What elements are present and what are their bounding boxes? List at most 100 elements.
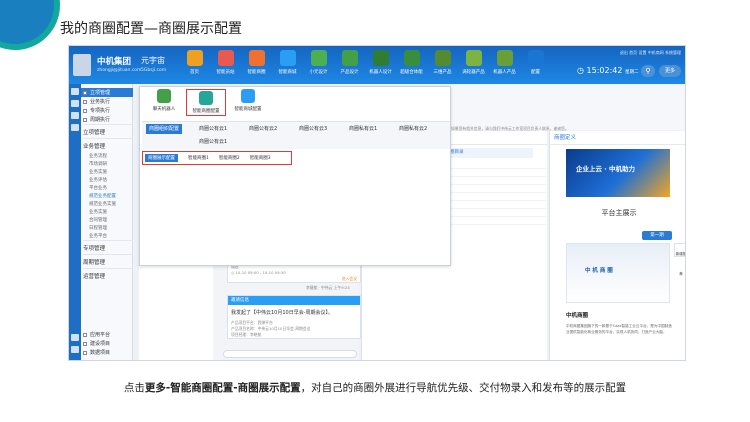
sidebar-sub-item[interactable]: 业务实施 [83,208,133,216]
dropdown-tab[interactable]: 商圈公有云2 [246,124,280,134]
top-links[interactable]: 退出 首页 设置 中机商网 系统管理 [620,50,681,56]
nav-item-9[interactable]: 涡轮器产品 [458,50,489,75]
checkbox-icon[interactable] [83,350,87,355]
brand-name: 中机集团 [97,57,132,67]
nav-item-3[interactable]: 智能商城 [272,50,303,75]
doc-icon[interactable] [71,124,79,131]
nav-item-8[interactable]: 三维产品 [427,50,458,75]
dropdown-tab[interactable]: 商圈私有云1 [346,124,380,134]
universe-sub: 5Gbsji.com [141,68,167,73]
dropdown-tab[interactable]: 商圈组织配置 [146,124,183,134]
sidebar-sub-item[interactable]: 业务平台 [83,232,133,240]
display-config-tab[interactable]: 智能商圈1 [188,155,209,161]
slide-caption: 点击更多-智能商圈配置-商圈展示配置，对自己的商圈外展进行导航优先级、交付物录入… [0,380,750,395]
platform-title: 平台主展示 [601,209,637,217]
dropdown-icons: 聊天机器人 智能商圈配置 智能商城配置 [144,89,270,116]
slide: 我的商圈配置—商圈展示配置 中机集团 zhongji@jituan.com 元宇… [0,0,750,422]
nav-item-7[interactable]: 超级合体能 [396,50,427,75]
dropdown-item-2[interactable]: 智能商城配置 [228,89,268,116]
sidebar-sub-item[interactable]: 规范业务配置 [83,192,133,200]
checkbox-icon[interactable] [83,99,87,104]
sidebar-strip [69,84,81,360]
phase-button[interactable]: 第一期 [642,231,672,240]
dropdown-item-1[interactable]: 智能商圈配置 [186,89,226,116]
nav-label: 超级合体能 [400,70,423,75]
dropdown-tab[interactable]: 商圈公有云1 [196,124,230,134]
checkbox-icon[interactable] [83,117,87,122]
dropdown-item-label: 聊天机器人 [152,107,176,112]
nav-item-2[interactable]: 智能商圈 [241,50,272,75]
checkbox-icon[interactable] [83,108,87,113]
sidebar-group[interactable]: 运营管理 [83,268,133,282]
checkbox-icon[interactable] [83,341,87,346]
dropdown-tab[interactable]: 商圈公有云1 [196,137,230,147]
nav-item-6[interactable]: 机器人设计 [365,50,396,75]
sidebar-bottom-item[interactable]: 建设项目 [83,339,133,348]
plus-icon [527,50,544,66]
message-input[interactable] [223,350,357,358]
nav-item-4[interactable]: 小元设计 [303,50,334,75]
sidebar-group[interactable]: 周期管理 [83,254,133,268]
sidebar-sub-item[interactable]: 平台业务 [83,184,133,192]
display-config-tab[interactable]: 商圈展示配置 [145,154,178,162]
nav-label: 产品设计 [340,70,359,75]
sidebar-item-label: 业务执行 [90,99,111,105]
sidebar-sub-item[interactable]: 市场调研 [83,160,133,168]
sidebar-sub-item[interactable]: 日程管理 [83,224,133,232]
dropdown-tabs: 商圈组织配置 商圈公有云1 商圈公有云2 商圈公有云3 商圈私有云1 商圈私有云2 商圈公有… [142,121,450,149]
sidebar-item-label: 专项执行 [90,108,111,114]
settings-icon[interactable] [71,346,79,353]
sidebar-bottom-label: 建设项目 [90,341,111,347]
feed-card[interactable]: 邀请信息 我发起了【中伟云10月10日早会-周期会议】。 产品项目平台：我弹平台 产品… [227,295,361,339]
showcase-image: 中 机 商 圈 [566,243,670,303]
display-config-row: 商圈展示配置 智能商圈1 智能商圈2 智能商圈3 [142,151,292,165]
sidebar-item[interactable]: 业务执行 [83,97,133,106]
combine-icon [403,50,420,66]
dropdown-item-0[interactable]: 聊天机器人 [144,89,184,116]
nav-item-10[interactable]: 机器人产品 [489,50,520,75]
nav-item-5[interactable]: 产品设计 [334,50,365,75]
nav-label: 小元设计 [309,70,328,75]
sidebar-item[interactable]: 立项管理 [81,88,133,97]
menu-icon[interactable] [71,88,79,95]
sidebar-item-label: 立项管理 [90,90,111,96]
station-icon [217,50,234,66]
feed-card-header: 邀请信息 [228,296,360,305]
side-recommend[interactable]: 新增推荐 [674,243,685,276]
sidebar-sub-item[interactable]: 规范业务实施 [83,200,133,208]
nav-label: 三维产品 [433,70,452,75]
caption-path: 更多-智能商圈配置-商圈展示配置 [144,382,301,394]
sidebar-sub-item[interactable]: 业务评估 [83,176,133,184]
display-config-tab[interactable]: 智能商圈3 [250,155,271,161]
sidebar-group[interactable]: 业务管理 [83,138,133,152]
sidebar-bottom-item[interactable]: 应用平台 [83,330,133,339]
sidebar-sub-item[interactable]: 合同管理 [83,216,133,224]
dropdown-tab[interactable]: 商圈私有云2 [396,124,430,134]
dropdown-tab[interactable]: 商圈公有云3 [296,124,330,134]
clock-time: 15:02:42 [586,66,623,75]
checkbox-icon[interactable] [83,332,87,337]
monitor-icon[interactable] [71,112,79,119]
sidebar-item[interactable]: 周期执行 [83,115,133,124]
sidebar-sub-item[interactable]: 业务实施 [83,168,133,176]
join-meeting-link[interactable]: 进入会议 [228,276,360,282]
more-button[interactable]: 更多 [659,65,681,77]
info-icon[interactable] [71,334,79,341]
search-icon[interactable]: ⚲ [641,65,655,77]
clock-weekday: 星期二 [625,70,639,75]
nav-item-0[interactable]: 首页 [179,50,210,75]
list-icon[interactable] [71,100,79,107]
sidebar-bottom-item[interactable]: 数据项目 [83,348,133,357]
nav-item-11[interactable]: 配置 [520,50,551,75]
showcase-caption: 中机商圈 [566,313,589,319]
showcase-text: 中机商圈集团旗下的一款基于Caas智能工业云平台，是为中国制造业提供智能化商业服… [566,324,672,334]
nav-label: 机器人设计 [369,70,392,75]
nav-item-1[interactable]: 智能员站 [210,50,241,75]
sidebar-group[interactable]: 专项管理 [83,240,133,254]
avatar[interactable] [73,54,91,76]
checkbox-icon[interactable] [83,90,87,95]
display-config-tab[interactable]: 智能商圈2 [219,155,240,161]
sidebar-sub-item[interactable]: 业务流程 [83,152,133,160]
sidebar-item[interactable]: 专项执行 [83,106,133,115]
universe-label[interactable]: 元宇宙 [141,55,165,66]
